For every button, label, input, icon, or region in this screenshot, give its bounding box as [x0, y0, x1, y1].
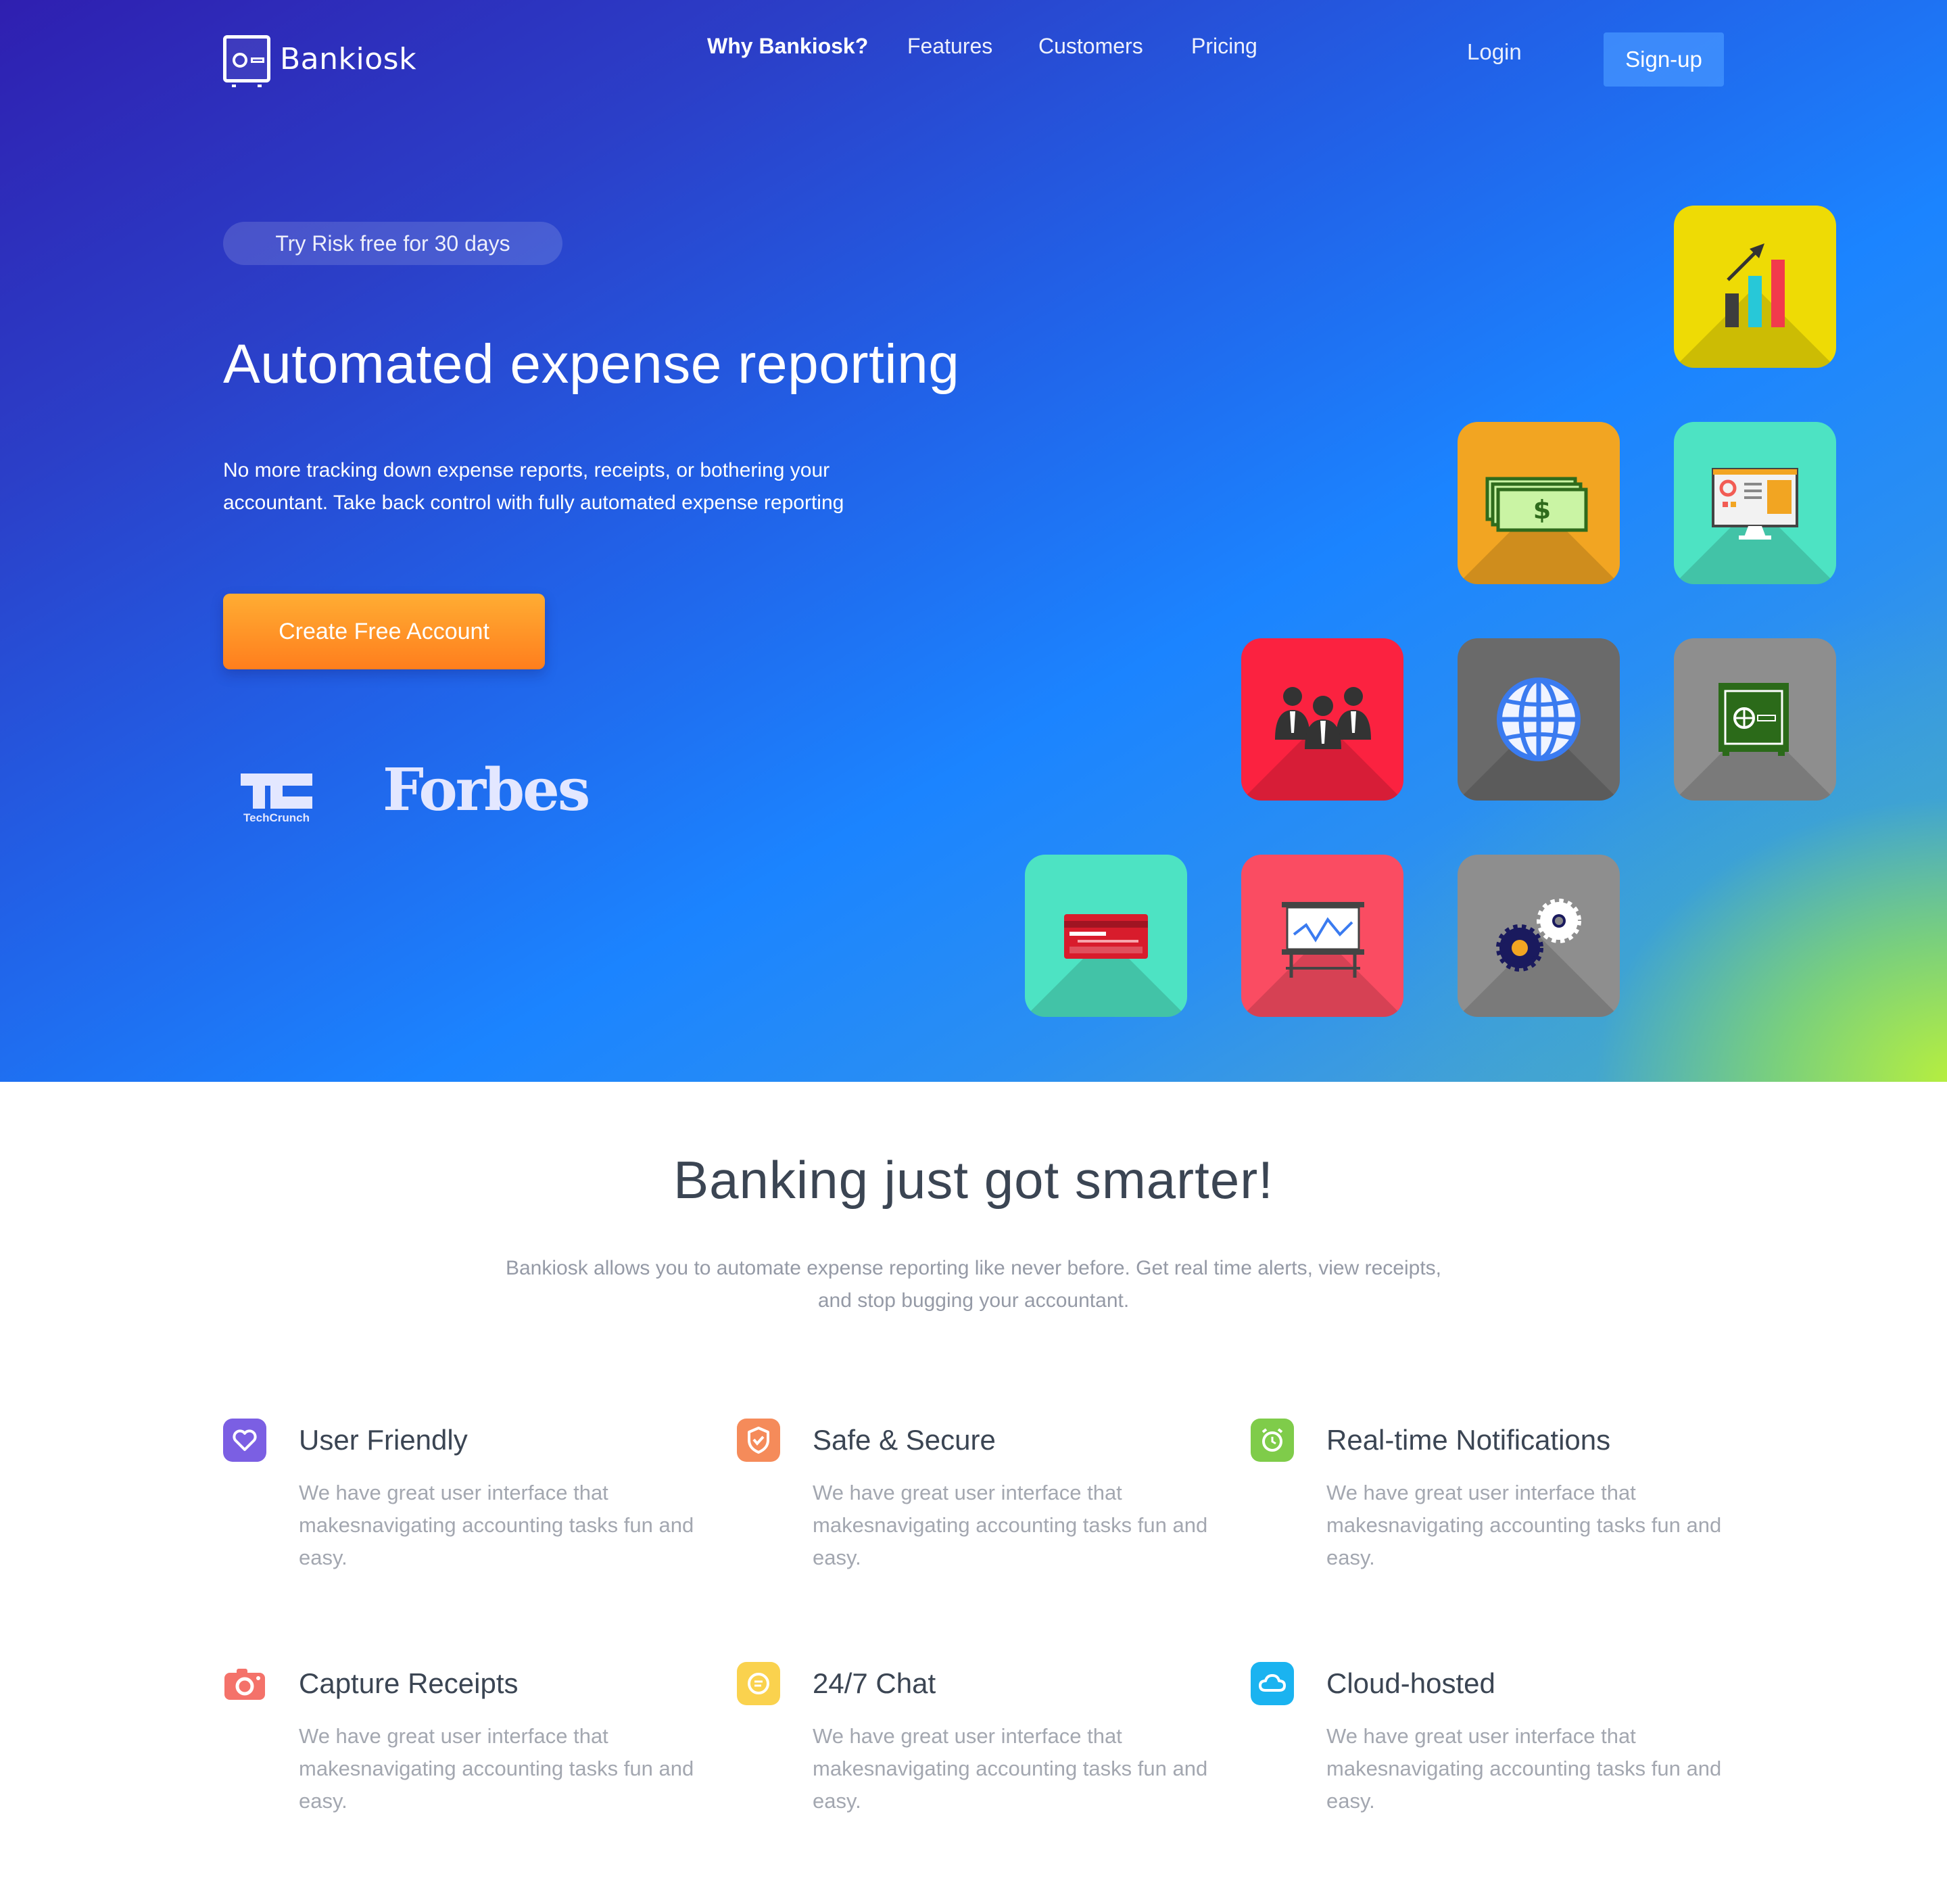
camera-icon — [223, 1662, 266, 1705]
nav-link-features[interactable]: Features — [907, 34, 992, 59]
globe-icon — [1497, 677, 1581, 761]
feature-safe-secure: Safe & Secure We have great user interfa… — [737, 1419, 1210, 1594]
feature-description: We have great user interface that makesn… — [299, 1481, 694, 1569]
feature-capture-receipts: Capture Receipts We have great user inte… — [223, 1662, 696, 1838]
safe-vault-icon — [1718, 683, 1789, 756]
feature-title: Capture Receipts — [299, 1667, 519, 1699]
feature-title: Cloud-hosted — [1326, 1667, 1495, 1699]
login-link[interactable]: Login — [1467, 39, 1522, 65]
forbes-logo: Forbes — [383, 756, 590, 824]
feature-description: We have great user interface that makesn… — [1326, 1481, 1722, 1569]
feature-title: Real-time Notifications — [1326, 1424, 1611, 1456]
alarm-clock-icon — [1251, 1419, 1294, 1462]
globe-tile — [1458, 638, 1620, 801]
gears-tile — [1458, 855, 1620, 1017]
safe-vault-tile — [1674, 638, 1836, 801]
shield-icon — [737, 1419, 780, 1462]
feature-cloud-hosted: Cloud-hosted We have great user interfac… — [1251, 1662, 1724, 1838]
section-subtitle: Bankiosk allows you to automate expense … — [505, 1257, 1441, 1312]
monitor-dashboard-icon — [1712, 468, 1798, 540]
growth-chart-tile — [1674, 206, 1836, 368]
feature-description: We have great user interface that makesn… — [813, 1481, 1208, 1569]
credit-card-icon — [1064, 914, 1148, 959]
team-people-tile — [1241, 638, 1403, 801]
monitor-dashboard-tile — [1674, 422, 1836, 584]
growth-chart-icon — [1725, 243, 1785, 327]
feature-title: 24/7 Chat — [813, 1667, 936, 1699]
section-title: Banking just got smarter! — [673, 1150, 1274, 1210]
presentation-board-icon — [1282, 902, 1364, 978]
feature-description: We have great user interface that makesn… — [1326, 1724, 1722, 1813]
nav-link-why-bankiosk[interactable]: Why Bankiosk? — [707, 34, 868, 59]
hero-section: Bankiosk Why Bankiosk? Features Customer… — [0, 0, 1947, 1082]
heart-icon — [223, 1419, 266, 1462]
feature-title: Safe & Secure — [813, 1424, 996, 1456]
brand-name: Bankiosk — [280, 41, 417, 76]
svg-text:$: $ — [1533, 495, 1551, 525]
gears-icon — [1496, 899, 1581, 972]
presentation-board-tile — [1241, 855, 1403, 1017]
cloud-icon — [1251, 1662, 1294, 1705]
credit-card-tile — [1025, 855, 1187, 1017]
feature-real-time-notifications: Real-time Notifications We have great us… — [1251, 1419, 1724, 1594]
feature-user-friendly: User Friendly We have great user interfa… — [223, 1419, 696, 1594]
trial-badge: Try Risk free for 30 days — [223, 222, 562, 265]
chat-bubble-icon — [737, 1662, 780, 1705]
create-free-account-button[interactable]: Create Free Account — [223, 594, 545, 669]
feature-description: We have great user interface that makesn… — [813, 1724, 1208, 1813]
hero-title: Automated expense reporting — [223, 333, 960, 395]
techcrunch-caption: TechCrunch — [243, 811, 310, 824]
signup-button[interactable]: Sign-up — [1604, 32, 1724, 87]
nav-link-pricing[interactable]: Pricing — [1191, 34, 1257, 59]
feature-24-7-chat: 24/7 Chat We have great user interface t… — [737, 1662, 1210, 1838]
hero-description: No more tracking down expense reports, r… — [223, 459, 844, 514]
feature-description: We have great user interface that makesn… — [299, 1724, 694, 1813]
safe-logo-icon — [223, 35, 270, 87]
money-stack-tile: $ — [1458, 422, 1620, 584]
nav-link-customers[interactable]: Customers — [1038, 34, 1143, 59]
feature-title: User Friendly — [299, 1424, 468, 1456]
money-stack-icon: $ — [1485, 477, 1588, 532]
team-people-icon — [1275, 687, 1371, 749]
brand-logo[interactable]: Bankiosk — [223, 35, 417, 87]
